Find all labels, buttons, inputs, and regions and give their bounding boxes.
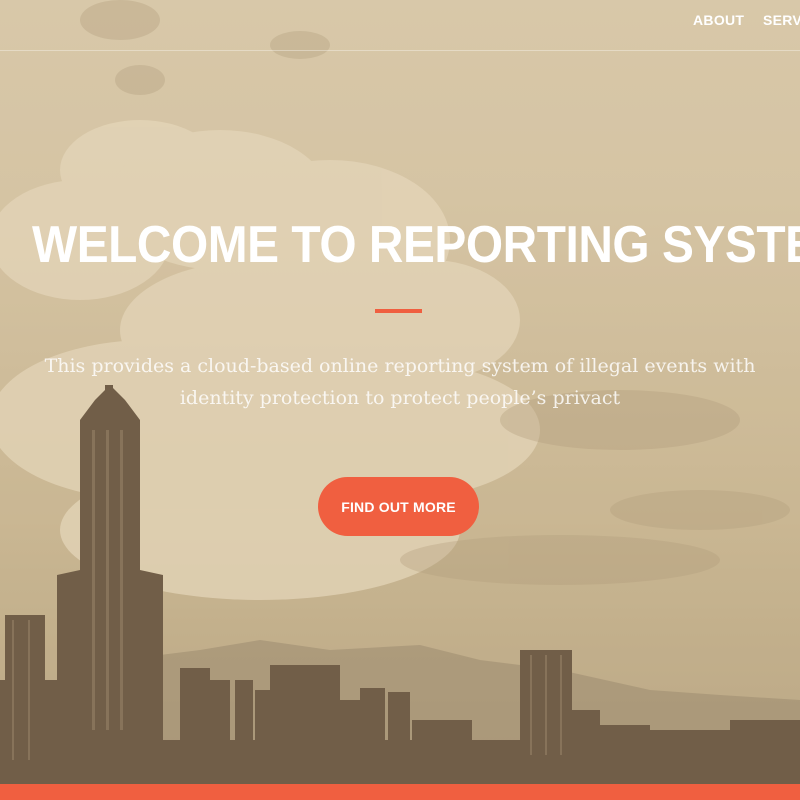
nav-link-services[interactable]: SERVIC xyxy=(763,12,800,28)
hero-section: ABOUT SERVIC WELCOME TO REPORTING SYSTEM… xyxy=(0,0,800,800)
hero-title: WELCOME TO REPORTING SYSTEM xyxy=(32,216,800,274)
top-navigation-bar: ABOUT SERVIC xyxy=(0,0,800,51)
bottom-accent-bar xyxy=(0,784,800,800)
hero-subtitle: This provides a cloud-based online repor… xyxy=(44,355,756,409)
title-divider xyxy=(375,309,422,313)
find-out-more-button[interactable]: FIND OUT MORE xyxy=(318,477,479,536)
nav-link-about[interactable]: ABOUT xyxy=(693,12,744,28)
